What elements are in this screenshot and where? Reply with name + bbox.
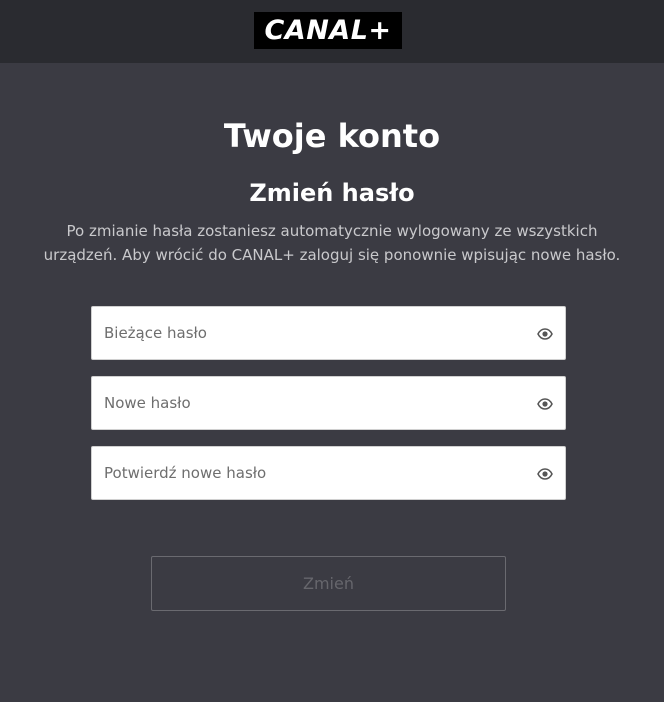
- eye-icon[interactable]: [537, 396, 553, 412]
- new-password-input[interactable]: [92, 377, 522, 429]
- description: Po zmianie hasła zostaniesz automatyczni…: [40, 219, 624, 267]
- eye-icon[interactable]: [537, 466, 553, 482]
- current-password-field: [91, 306, 566, 360]
- page-title: Twoje konto: [223, 117, 441, 155]
- top-bar: CANAL+: [0, 0, 664, 63]
- section-title: Zmień hasło: [249, 179, 415, 207]
- new-password-field: [91, 376, 566, 430]
- change-password-button[interactable]: Zmień: [151, 556, 506, 611]
- current-password-input[interactable]: [92, 307, 522, 359]
- eye-icon[interactable]: [537, 326, 553, 342]
- canal-plus-logo[interactable]: CANAL+: [254, 12, 402, 49]
- confirm-password-input[interactable]: [92, 447, 522, 499]
- description-line-2: urządzeń. Aby wrócić do CANAL+ zaloguj s…: [43, 246, 621, 264]
- confirm-password-field: [91, 446, 566, 500]
- description-line-1: Po zmianie hasła zostaniesz automatyczni…: [66, 222, 598, 240]
